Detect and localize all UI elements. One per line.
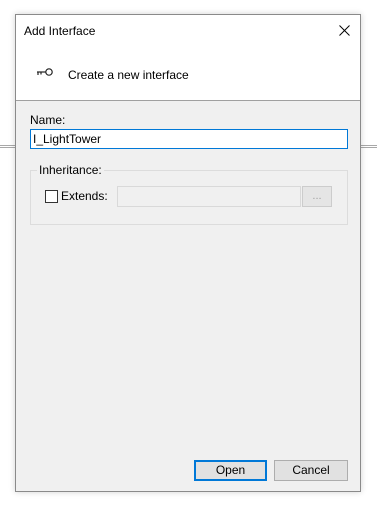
window-title: Add Interface xyxy=(24,24,96,38)
key-icon xyxy=(37,68,53,76)
open-button[interactable]: Open xyxy=(194,460,267,481)
name-label: Name: xyxy=(30,113,66,127)
inheritance-group: Inheritance: Extends: ... xyxy=(30,163,348,225)
dialog-header: Create a new interface xyxy=(16,46,360,101)
background-divider-right xyxy=(361,145,377,148)
extends-label[interactable]: Extends: xyxy=(61,189,108,203)
add-interface-dialog: Add Interface Create a new interface Nam… xyxy=(15,14,361,492)
close-button[interactable] xyxy=(328,15,360,46)
browse-button: ... xyxy=(302,186,332,207)
inheritance-label: Inheritance: xyxy=(37,163,104,177)
name-input[interactable] xyxy=(30,129,348,149)
cancel-button[interactable]: Cancel xyxy=(274,460,348,481)
extends-checkbox[interactable] xyxy=(45,190,58,203)
title-bar: Add Interface xyxy=(16,15,360,46)
close-icon xyxy=(338,25,350,36)
background-divider-left xyxy=(0,145,16,148)
header-description: Create a new interface xyxy=(68,68,189,82)
extends-field xyxy=(117,186,301,207)
